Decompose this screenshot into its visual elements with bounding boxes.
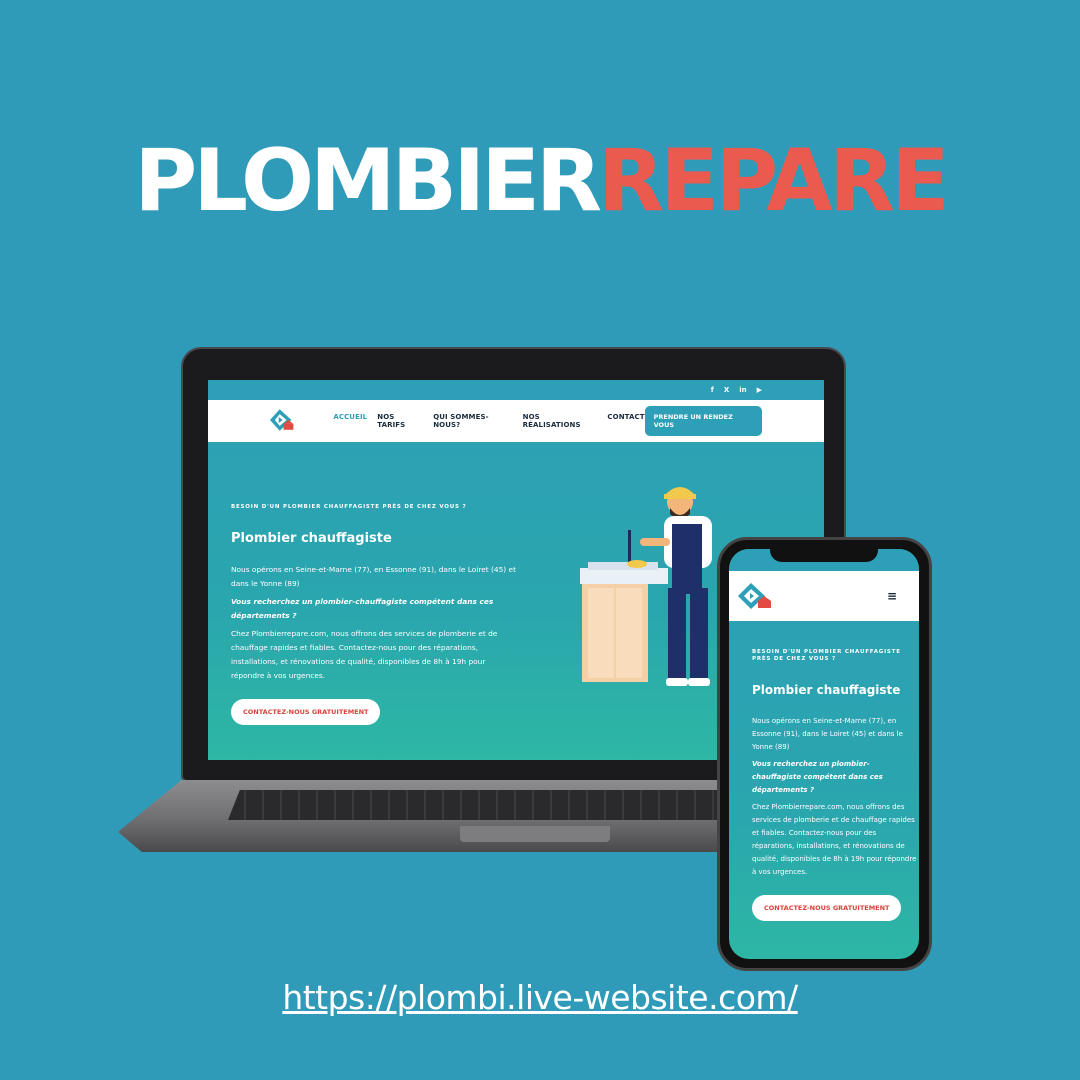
mobile-hero-paragraph-italic: Vous recherchez un plombier-chauffagiste… bbox=[752, 760, 883, 794]
facebook-icon[interactable]: f bbox=[711, 386, 714, 394]
mobile-contact-free-button[interactable]: CONTACTEZ-NOUS GRATUITEMENT bbox=[752, 895, 902, 921]
mobile-hero-paragraph-1: Nous opérons en Seine-et-Marne (77), en … bbox=[752, 717, 903, 751]
hero-title: Plombier chauffagiste bbox=[231, 531, 392, 546]
brand-title-part2: REPARE bbox=[598, 131, 950, 231]
mobile-hero-eyebrow: BESOIN D'UN PLOMBIER CHAUFFAGISTE PRÈS D… bbox=[752, 649, 901, 662]
hero-paragraph-2: Chez Plombierrepare.com, nous offrons de… bbox=[231, 629, 498, 680]
contact-free-button[interactable]: CONTACTEZ-NOUS GRATUITEMENT bbox=[231, 699, 381, 725]
hero-paragraph-italic: Vous recherchez un plombier-chauffagiste… bbox=[231, 597, 494, 620]
nav-item-accueil[interactable]: ACCUEIL bbox=[333, 413, 367, 429]
phone-screen: ≡ BESOIN D'UN PLOMBIER CHAUFFAGISTE PRÈS… bbox=[729, 549, 919, 959]
nav-item-contact[interactable]: CONTACT bbox=[607, 413, 644, 429]
hero-paragraph-1: Nous opérons en Seine-et-Marne (77), en … bbox=[231, 565, 516, 588]
mobile-navbar: ≡ bbox=[729, 571, 919, 621]
laptop-trackpad bbox=[460, 826, 610, 842]
phone-notch bbox=[770, 548, 878, 562]
nav-item-nos-realisations[interactable]: NOS RÉALISATIONS bbox=[523, 413, 598, 429]
site-navbar: ACCUEIL NOS TARIFS QUI SOMMES-NOUS? NOS … bbox=[208, 400, 824, 442]
hero-eyebrow: BESOIN D'UN PLOMBIER CHAUFFAGISTE PRÈS D… bbox=[231, 504, 467, 510]
site-logo[interactable] bbox=[268, 407, 295, 435]
nav-links: ACCUEIL NOS TARIFS QUI SOMMES-NOUS? NOS … bbox=[333, 413, 644, 429]
hamburger-menu-icon[interactable]: ≡ bbox=[887, 589, 897, 603]
mobile-hero-title: Plombier chauffagiste bbox=[752, 683, 901, 697]
mobile-hero-section: BESOIN D'UN PLOMBIER CHAUFFAGISTE PRÈS D… bbox=[752, 649, 917, 921]
youtube-icon[interactable]: ▶ bbox=[757, 386, 762, 394]
social-bar: f X in ▶ bbox=[208, 380, 824, 400]
plumber-illustration bbox=[580, 487, 712, 686]
nav-item-qui-sommes-nous[interactable]: QUI SOMMES-NOUS? bbox=[433, 413, 512, 429]
hero-section: BESOIN D'UN PLOMBIER CHAUFFAGISTE PRÈS D… bbox=[231, 504, 521, 725]
nav-item-nos-tarifs[interactable]: NOS TARIFS bbox=[377, 413, 423, 429]
mobile-hero-paragraph-2: Chez Plombierrepare.com, nous offrons de… bbox=[752, 803, 917, 876]
website-url-link[interactable]: https://plombi.live-website.com/ bbox=[0, 978, 1080, 1017]
book-appointment-button[interactable]: PRENDRE UN RENDEZ VOUS bbox=[644, 406, 762, 436]
x-icon[interactable]: X bbox=[724, 386, 729, 394]
brand-title-part1: PLOMBIER bbox=[134, 131, 602, 231]
brand-title: PLOMBIERREPARE bbox=[0, 138, 1080, 224]
linkedin-icon[interactable]: in bbox=[739, 386, 746, 394]
mobile-site-logo[interactable] bbox=[737, 581, 773, 613]
